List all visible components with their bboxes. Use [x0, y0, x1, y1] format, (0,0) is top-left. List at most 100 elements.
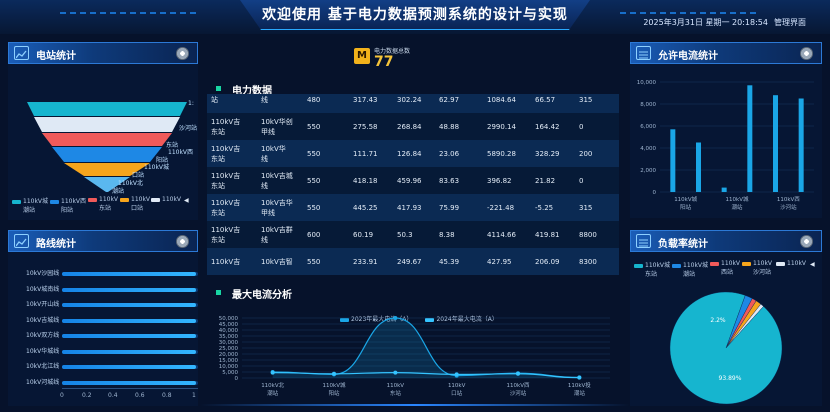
table-cell: 275.58: [353, 123, 378, 131]
legend-item[interactable]: 110kV城 东站: [634, 260, 670, 278]
table-cell: 200: [579, 150, 593, 158]
legend-item[interactable]: 110kV西 阳站: [50, 196, 86, 214]
table-cell: 164.42: [535, 123, 560, 131]
legend-item[interactable]: 110kV 东站: [88, 196, 118, 212]
header: 欢迎使用 基于电力数据预测系统的设计与实现 2025年3月31日 星期一 20:…: [0, 0, 830, 34]
allowed-current-title: 允许电流统计: [658, 51, 718, 62]
list-icon: [636, 234, 651, 248]
table-cell: 62.97: [439, 96, 460, 104]
table-cell: 419.81: [535, 231, 560, 239]
x-tick-label: 潮站: [574, 389, 586, 397]
table-cell: 2990.14: [487, 123, 516, 131]
bar: [798, 98, 804, 192]
axis-tick: 0: [60, 392, 64, 399]
line-stats-panel: 路线统计 10kV沙园线 10kV城南线 10kV开山线 10kV吉城线 10kV双方线…: [8, 230, 198, 406]
y-tick-label: 30,000: [219, 340, 239, 346]
table-cell: 459.96: [397, 177, 422, 185]
x-tick-label: 110kV投: [568, 381, 591, 389]
gear-icon[interactable]: [800, 235, 813, 248]
funnel-label: 沙河站: [179, 125, 198, 132]
bar: [773, 95, 778, 192]
line-stats-track: [62, 287, 198, 292]
legend-prev-icon[interactable]: ◀: [810, 261, 815, 268]
table-row[interactable]: 110kV吉 东站 10kV华创 甲线 550 275.58 268.84 48.88 2990…: [207, 113, 619, 140]
line-stats-row: 10kV北江线: [16, 361, 198, 375]
line-stats-track: [62, 272, 198, 276]
x-tick-label: 沙河站: [510, 389, 527, 397]
legend-item[interactable]: 110kV城 潮站: [12, 196, 48, 214]
table-row[interactable]: 110kV吉 东站 10kV吉群线 600 60.19 50.3 8.38 4114.66 41…: [207, 221, 619, 248]
x-tick-label: 110kV北: [261, 381, 284, 389]
section-marker: [216, 290, 221, 295]
table-cell: 427.95: [487, 258, 512, 266]
line-stats-label: 10kV城南线: [26, 285, 60, 293]
x-tick-label: 110kV西: [777, 196, 800, 203]
line-stats-row: 10kV开山线: [16, 299, 198, 313]
data-point: [332, 371, 336, 376]
line-stats-bar: [62, 318, 196, 323]
legend-item[interactable]: 110kV 西站: [710, 260, 740, 276]
line-stats-row: 10kV华城线: [16, 346, 198, 360]
y-tick-label: 8,000: [640, 102, 656, 108]
data-point: [393, 316, 398, 320]
table-cell: 110kV吉 东站: [211, 199, 241, 217]
pie-slice: [669, 291, 783, 405]
table-cell: 1084.64: [487, 96, 516, 104]
allowed-current-bar-chart: 02,0004,0006,0008,00010,000110kV城阳站110kV…: [637, 80, 814, 211]
line-stats-row: 10kV沙园线: [16, 268, 198, 282]
line-stats-track: [62, 349, 198, 354]
table-cell: 10kV吉群线: [261, 226, 293, 244]
table-cell: -5.25: [535, 204, 554, 212]
line-stats-row: 10kV双方线: [16, 330, 198, 344]
table-cell: 5890.28: [487, 150, 516, 158]
table-cell: 10kV吉城线: [261, 172, 293, 190]
table-row[interactable]: 110kV吉 东站 10kV吉城线 550 418.18 459.96 83.63 396.8…: [207, 167, 619, 194]
table-cell: 396.82: [487, 177, 512, 185]
legend-prev-icon[interactable]: ◀: [184, 197, 189, 204]
data-point: [454, 372, 459, 377]
line-stats-label: 10kV沙园线: [26, 270, 60, 277]
line-stats-track: [62, 365, 198, 369]
y-tick-label: 6,000: [640, 124, 656, 130]
x-tick-label: 口站: [451, 389, 463, 397]
line-stats-track: [62, 303, 198, 307]
load-rate-pie-chart: 2.2% 93.89%: [669, 291, 783, 405]
line-stats-title: 路线统计: [36, 239, 76, 250]
header-decoration-left: [60, 12, 200, 14]
table-cell: 10kV华线: [261, 145, 286, 163]
legend-item[interactable]: 110kV: [151, 196, 181, 203]
table-cell: 0: [579, 123, 584, 131]
axis-tick: 0.2: [82, 392, 92, 399]
line-stats-track: [62, 334, 198, 338]
gear-icon[interactable]: [800, 47, 813, 60]
table-row[interactable]: 站 线 480 317.43 302.24 62.97 1084.64 66.57 315: [207, 94, 619, 113]
gear-icon[interactable]: [176, 47, 189, 60]
line-stats-label: 10kV北江线: [26, 363, 60, 370]
table-cell: 45.39: [439, 258, 460, 266]
axis-tick: 0.8: [162, 392, 172, 399]
y-tick-label: 10,000: [637, 80, 657, 86]
axis-tick: 0.4: [108, 392, 118, 399]
legend-item[interactable]: 110kV 沙河站: [742, 260, 772, 276]
table-cell: 8800: [579, 231, 597, 239]
funnel-label: 潮站: [112, 188, 125, 195]
management-link[interactable]: 管理界面: [774, 17, 806, 28]
table-row[interactable]: 110kV吉 东站 10kV华线 550 111.71 126.84 23.06 5890.2…: [207, 140, 619, 167]
line-stats-label: 10kV华城线: [26, 347, 60, 355]
header-decoration-right: [620, 12, 760, 14]
table-cell: 417.93: [397, 204, 422, 212]
pie-label: 2.2%: [710, 317, 726, 324]
legend-item[interactable]: 110kV 口站: [120, 196, 150, 212]
table-cell: 23.06: [439, 150, 460, 158]
legend-item[interactable]: 110kV城 潮站: [672, 260, 708, 278]
funnel-label: 110kV西: [168, 149, 194, 156]
data-point: [577, 375, 582, 380]
gear-icon[interactable]: [176, 235, 189, 248]
y-tick-label: 5,000: [222, 370, 238, 376]
table-row[interactable]: 110kV吉 东站 10kV吉华 甲线 550 445.25 417.93 75.99 -221…: [207, 194, 619, 221]
legend-item[interactable]: 110kV: [776, 260, 806, 267]
table-cell: 110kV吉 东站: [211, 172, 241, 190]
table-row[interactable]: 110kV吉 10kV吉智 550 233.91 249.67 45.39 427.95 20…: [207, 248, 619, 275]
line-stats-track: [62, 318, 198, 323]
table-cell: 8.38: [439, 231, 455, 239]
